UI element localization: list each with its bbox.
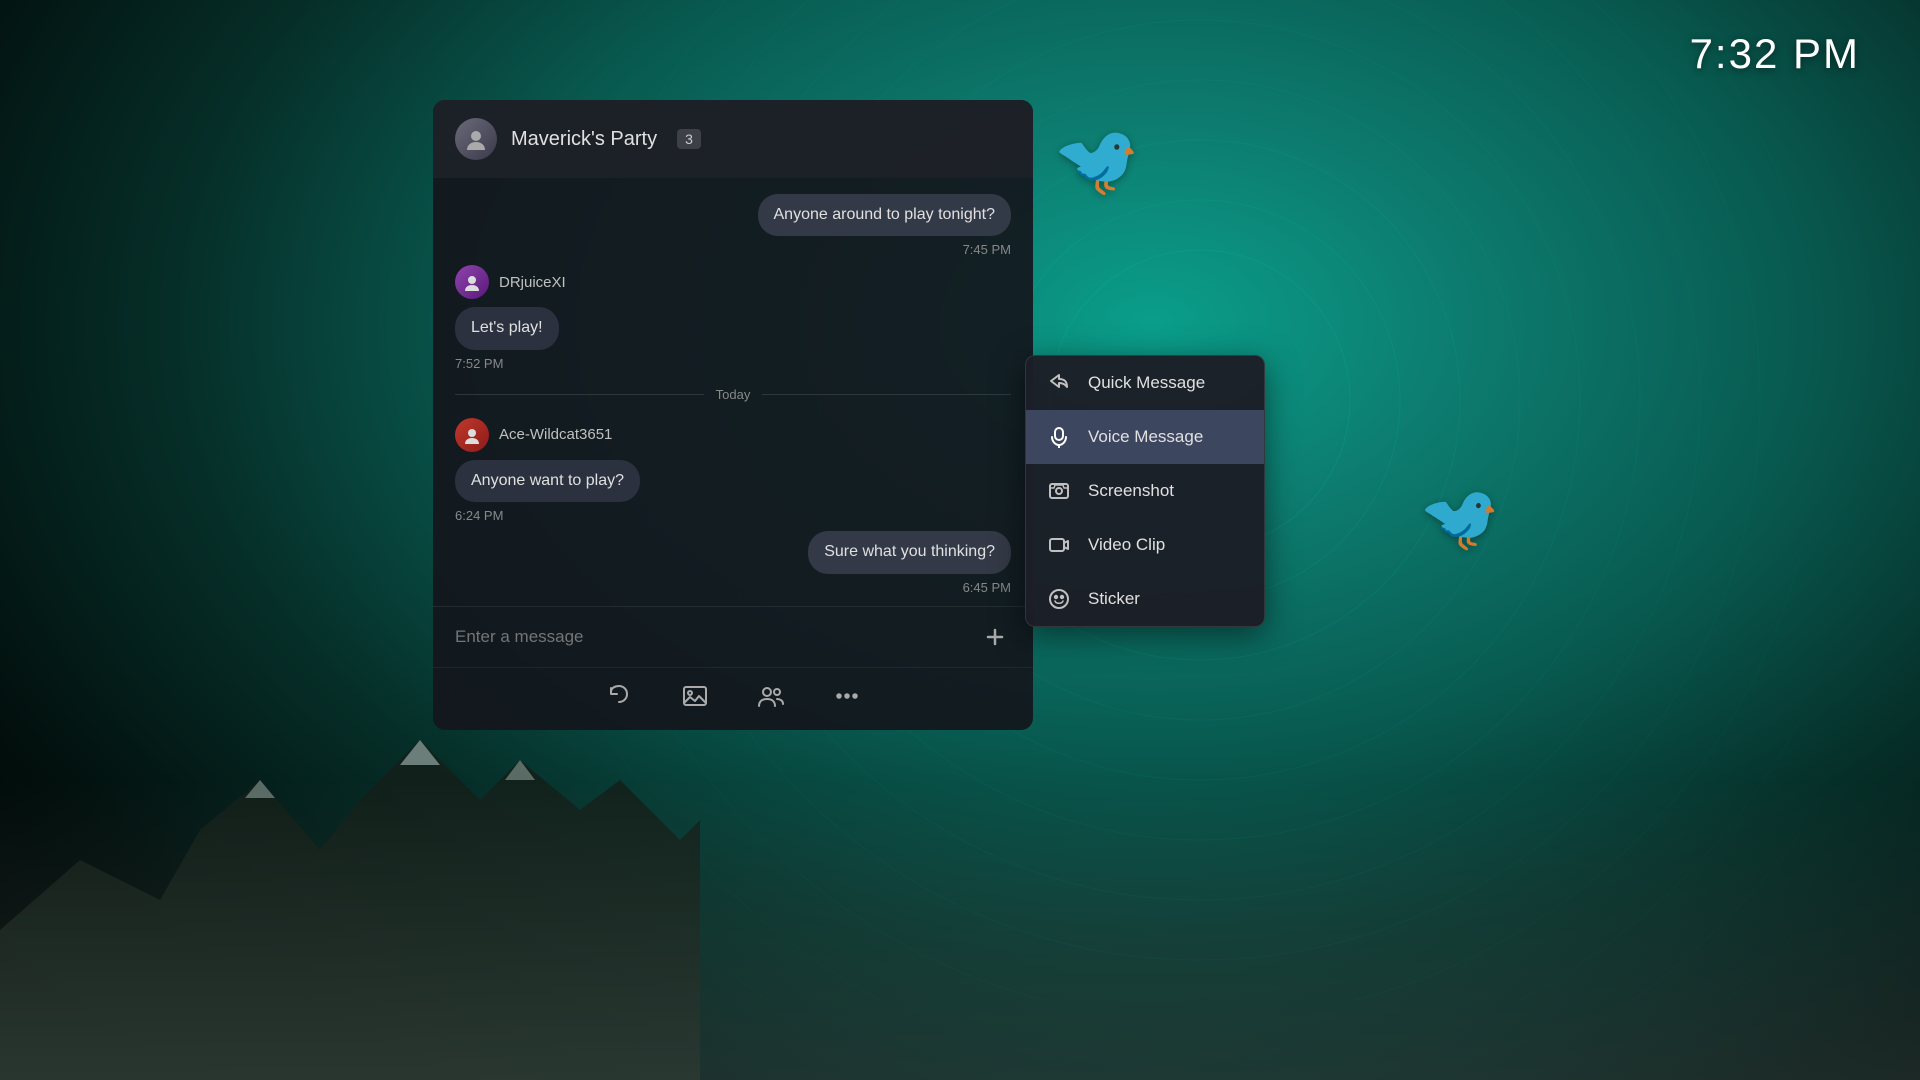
clock: 7:32 PM xyxy=(1690,30,1860,78)
message-row: DRjuiceXI Let's play! 7:52 PM xyxy=(455,265,1011,370)
sender-avatar-drjuice xyxy=(455,265,489,299)
messages-area: Anyone around to play tonight? 7:45 PM D… xyxy=(433,178,1033,606)
message-time-ace: 6:24 PM xyxy=(455,508,503,523)
menu-label-video-clip: Video Clip xyxy=(1088,535,1165,555)
party-avatar xyxy=(455,118,497,160)
chat-header: Maverick's Party 3 xyxy=(433,100,1033,178)
message-bubble-ace: Anyone want to play? xyxy=(455,460,640,502)
chat-panel: Maverick's Party 3 Anyone around to play… xyxy=(433,100,1033,730)
menu-item-voice-message[interactable]: Voice Message xyxy=(1026,410,1264,464)
menu-label-screenshot: Screenshot xyxy=(1088,481,1174,501)
reply-icon xyxy=(1046,370,1072,396)
menu-item-quick-message[interactable]: Quick Message xyxy=(1026,356,1264,410)
context-menu: Quick Message Voice Message Screenshot xyxy=(1025,355,1265,627)
bird-2: 🐦 xyxy=(1419,480,1500,556)
toolbar-more[interactable] xyxy=(829,678,865,714)
toolbar-group[interactable] xyxy=(753,678,789,714)
sender-name-drjuice: DRjuiceXI xyxy=(499,274,566,291)
sender-name-ace: Ace-Wildcat3651 xyxy=(499,426,612,443)
menu-label-sticker: Sticker xyxy=(1088,589,1140,609)
message-sender-ace: Ace-Wildcat3651 xyxy=(455,418,612,452)
bird-1: 🐦 xyxy=(1053,120,1140,202)
message-sender: DRjuiceXI xyxy=(455,265,566,299)
menu-item-sticker[interactable]: Sticker xyxy=(1026,572,1264,626)
horizon-mist xyxy=(0,780,1920,1080)
message-row: Anyone around to play tonight? 7:45 PM xyxy=(455,194,1011,257)
sender-avatar-ace xyxy=(455,418,489,452)
message-input[interactable] xyxy=(455,619,967,655)
add-button[interactable] xyxy=(979,621,1011,653)
screenshot-icon xyxy=(1046,478,1072,504)
message-bubble-drjuice: Let's play! xyxy=(455,307,559,349)
input-area[interactable] xyxy=(433,606,1033,667)
mic-icon xyxy=(1046,424,1072,450)
message-bubble-outgoing2: Sure what you thinking? xyxy=(808,531,1011,573)
message-bubble: Anyone around to play tonight? xyxy=(758,194,1012,236)
toolbar-undo[interactable] xyxy=(601,678,637,714)
message-time-drjuice: 7:52 PM xyxy=(455,356,503,371)
chat-title: Maverick's Party xyxy=(511,128,657,151)
menu-label-quick-message: Quick Message xyxy=(1088,373,1205,393)
toolbar-image[interactable] xyxy=(677,678,713,714)
message-time-outgoing2: 6:45 PM xyxy=(963,580,1011,595)
bottom-toolbar xyxy=(433,667,1033,730)
message-row-outgoing2: Sure what you thinking? 6:45 PM xyxy=(455,531,1011,594)
video-icon xyxy=(1046,532,1072,558)
menu-item-video-clip[interactable]: Video Clip xyxy=(1026,518,1264,572)
date-divider: Today xyxy=(455,387,1011,402)
menu-label-voice-message: Voice Message xyxy=(1088,427,1203,447)
sticker-icon xyxy=(1046,586,1072,612)
party-avatar-image xyxy=(455,118,497,160)
member-badge: 3 xyxy=(677,129,701,149)
message-time: 7:45 PM xyxy=(963,242,1011,257)
message-row: Ace-Wildcat3651 Anyone want to play? 6:2… xyxy=(455,418,1011,523)
menu-item-screenshot[interactable]: Screenshot xyxy=(1026,464,1264,518)
